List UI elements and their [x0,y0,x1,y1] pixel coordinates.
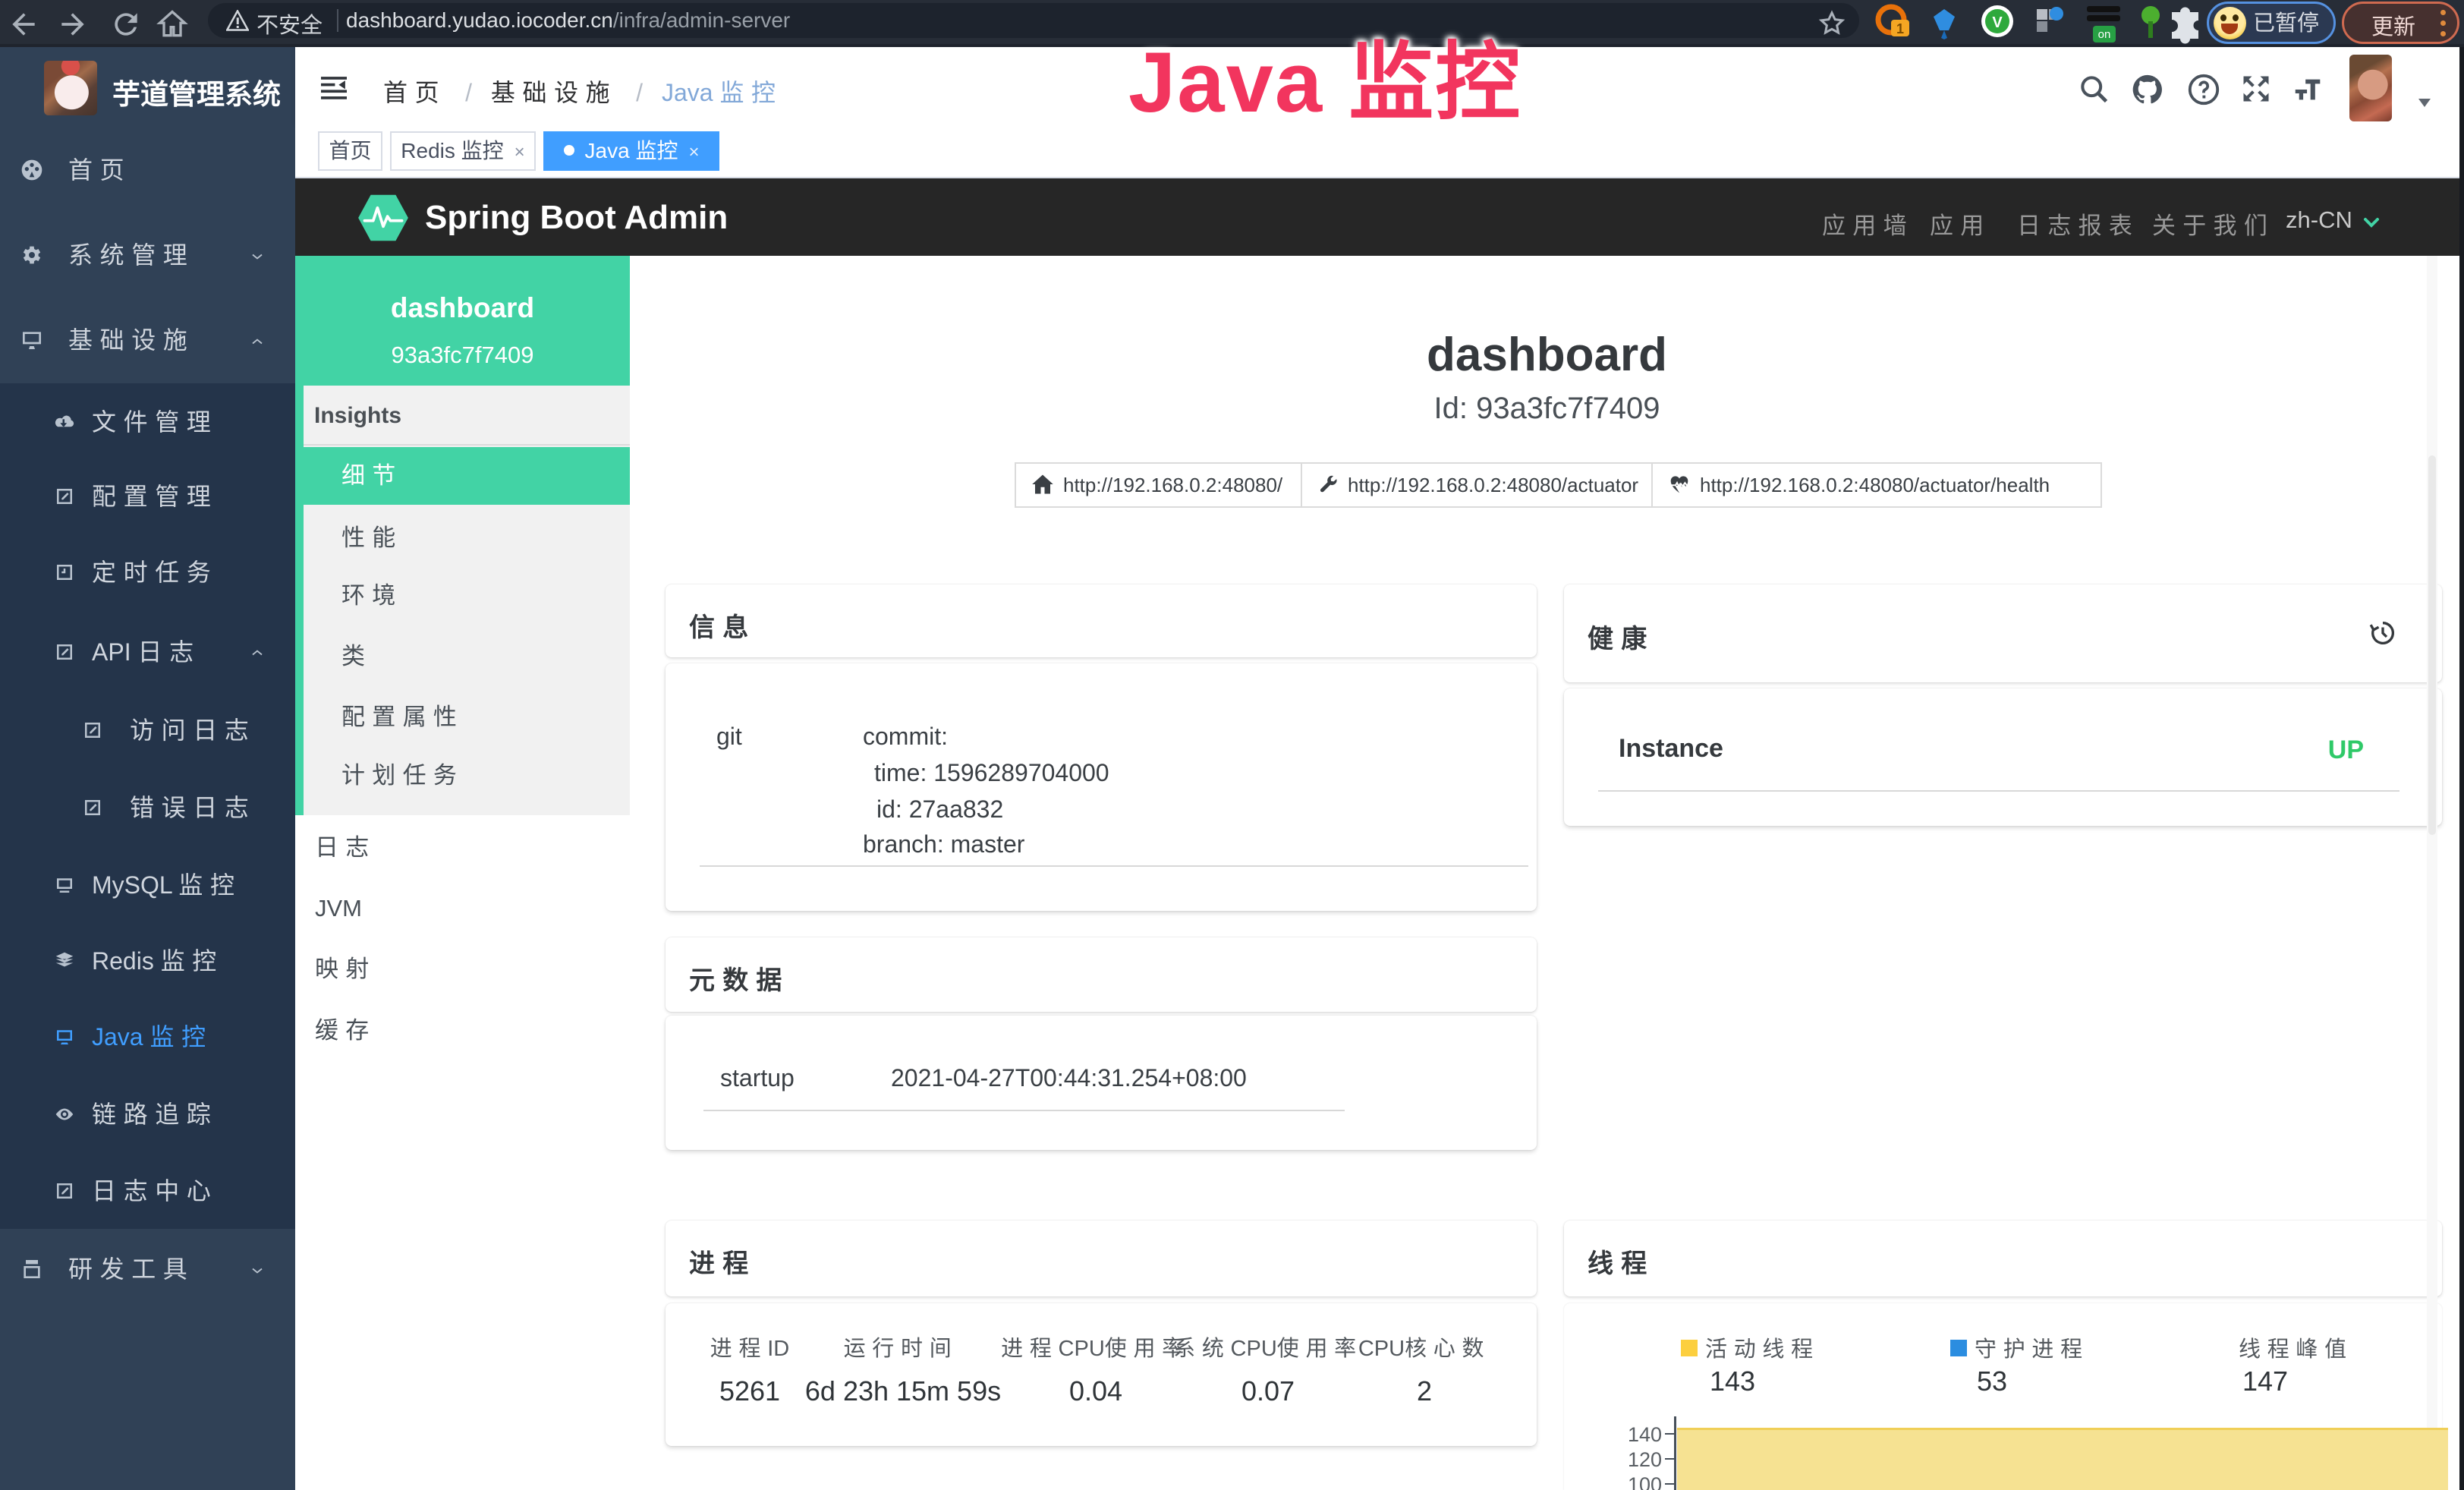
svg-text:on: on [2098,28,2111,41]
svg-text:1: 1 [1896,21,1904,36]
svg-text:V: V [1992,14,2003,31]
